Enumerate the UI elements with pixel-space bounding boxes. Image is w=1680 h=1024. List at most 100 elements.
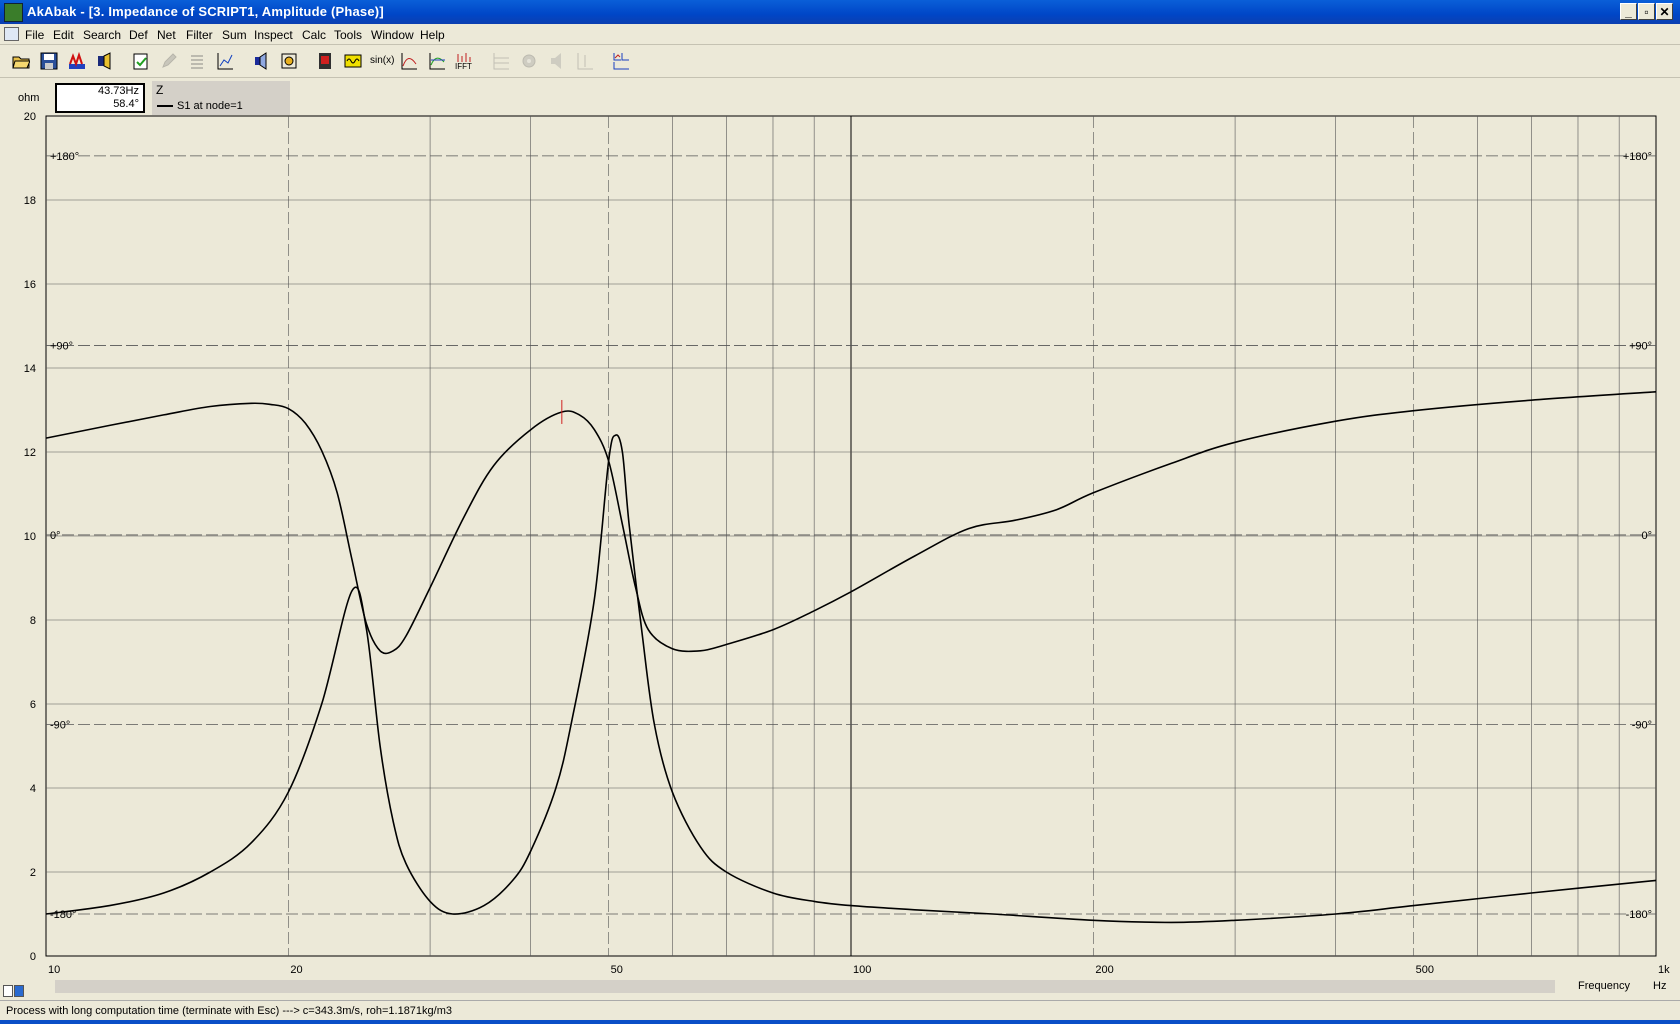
speaker-driver-icon <box>98 52 111 70</box>
legend-line-swatch <box>157 105 173 107</box>
clipboard-check-icon <box>133 53 148 70</box>
menu-file[interactable]: File <box>25 28 44 42</box>
menu-tools[interactable]: Tools <box>334 28 362 42</box>
stop-button[interactable] <box>312 48 336 72</box>
menu-window[interactable]: Window <box>371 28 414 42</box>
legend-series-label: S1 at node=1 <box>177 100 243 112</box>
menu-net[interactable]: Net <box>157 28 176 42</box>
gear-disabled-icon <box>522 54 536 68</box>
grid-disabled-icon <box>493 53 509 70</box>
cursor-value: 58.4° <box>113 98 139 110</box>
x-tick-label: 20 <box>290 964 302 976</box>
peak-graph-button[interactable] <box>396 48 420 72</box>
gear-button[interactable] <box>516 48 540 72</box>
sine-button[interactable]: sin(x) <box>368 48 395 72</box>
waveform-button[interactable] <box>340 48 364 72</box>
x-tick-label: 10 <box>48 964 60 976</box>
y-tick-label: 2 <box>30 867 36 879</box>
window-titlebar[interactable]: AkAbak - [3. Impedance of SCRIPT1, Ampli… <box>0 0 1680 24</box>
close-button[interactable]: ✕ <box>1656 3 1673 20</box>
save-button[interactable] <box>36 48 60 72</box>
menu-inspect[interactable]: Inspect <box>254 28 293 42</box>
y-tick-label: 20 <box>24 111 36 123</box>
plot-disabled-button[interactable] <box>572 48 596 72</box>
chart-layout-icon <box>613 53 629 70</box>
open-button[interactable] <box>8 48 32 72</box>
menu-sum[interactable]: Sum <box>222 28 247 42</box>
legend-title: Z <box>156 83 164 97</box>
taskbar-edge <box>0 1020 1680 1024</box>
window-title: AkAbak - [3. Impedance of SCRIPT1, Ampli… <box>27 4 384 19</box>
x-tick-label: 50 <box>611 964 623 976</box>
target-button[interactable] <box>276 48 300 72</box>
phase-tick-label-right: +180° <box>1623 151 1652 163</box>
phase-tick-label-left: +90° <box>50 340 73 352</box>
document-icon[interactable] <box>4 27 19 41</box>
stop-icon <box>319 53 331 69</box>
axis-scale-button[interactable] <box>212 48 236 72</box>
network-icon <box>69 52 85 69</box>
legend: Z S1 at node=1 <box>152 81 290 115</box>
horizontal-scrollbar[interactable] <box>55 980 1555 993</box>
window-corner-icon[interactable] <box>14 985 24 997</box>
peak-graph-icon <box>401 53 417 70</box>
y-tick-label: 8 <box>30 615 36 627</box>
network-button[interactable] <box>64 48 88 72</box>
phase-tick-label-left: 0° <box>50 530 61 542</box>
grid-button[interactable] <box>488 48 512 72</box>
speaker-disabled-icon <box>551 53 561 69</box>
dual-graph-button[interactable] <box>424 48 448 72</box>
save-disk-icon <box>40 52 58 70</box>
cursor-readout: 43.73Hz 58.4° <box>55 83 145 113</box>
x-tick-label: 500 <box>1416 964 1434 976</box>
y-axis-unit: ohm <box>18 92 40 104</box>
x-tick-label: 100 <box>853 964 871 976</box>
dual-graph-icon <box>429 53 445 70</box>
page-corner-icon[interactable] <box>3 985 13 997</box>
cursor-frequency: 43.73Hz <box>98 85 139 97</box>
menu-filter[interactable]: Filter <box>186 28 213 42</box>
clipboard-button[interactable] <box>128 48 152 72</box>
x-tick-label: 200 <box>1095 964 1113 976</box>
x-axis-caption: Frequency <box>1578 980 1630 992</box>
sine-icon: sin(x) <box>370 55 395 66</box>
plot-area[interactable]: 20 18 16 14 12 10 8 6 4 2 0 +180° +180° +90° +90° 0° 0°… <box>0 78 1680 1000</box>
status-text: Process with long computation time (term… <box>6 1005 452 1017</box>
phase-tick-label-right: -180° <box>1626 909 1652 921</box>
y-tick-label: 0 <box>30 951 36 963</box>
speaker-left-button[interactable] <box>248 48 272 72</box>
y-tick-label: 14 <box>24 363 36 375</box>
y-tick-label: 16 <box>24 279 36 291</box>
menu-search[interactable]: Search <box>83 28 121 42</box>
app-logo-icon <box>4 3 23 22</box>
phase-tick-label-left: -90° <box>50 719 70 731</box>
phase-tick-label-right: -90° <box>1632 719 1652 731</box>
menu-def[interactable]: Def <box>129 28 148 42</box>
menu-calc[interactable]: Calc <box>302 28 326 42</box>
edit-button[interactable] <box>156 48 180 72</box>
waveform-icon <box>344 54 362 68</box>
speaker-disabled-button[interactable] <box>544 48 568 72</box>
phase-tick-label-left: +180° <box>50 151 79 163</box>
y-tick-label: 10 <box>24 531 36 543</box>
y-tick-label: 6 <box>30 699 36 711</box>
restore-button[interactable]: ▫ <box>1638 3 1655 20</box>
y-tick-label: 12 <box>24 447 36 459</box>
menu-edit[interactable]: Edit <box>53 28 74 42</box>
ifft-button[interactable]: IFFT <box>452 48 476 72</box>
y-tick-label: 18 <box>24 195 36 207</box>
toolbar: sin(x) IFFT <box>0 45 1680 78</box>
list-icon <box>191 55 203 69</box>
impedance-chart[interactable]: 20181614121086420 +180° +180°+90° +90°0° 0°… <box>0 78 1680 1000</box>
status-bar: Process with long computation time (term… <box>0 1000 1680 1021</box>
pen-icon <box>162 53 177 68</box>
y-tick-label: 4 <box>30 783 36 795</box>
x-tick-label: 1k <box>1658 964 1670 976</box>
list-button[interactable] <box>184 48 208 72</box>
chart-layout-button[interactable] <box>608 48 632 72</box>
ifft-label: IFFT <box>455 62 472 71</box>
x-axis-unit: Hz <box>1653 980 1667 992</box>
menu-help[interactable]: Help <box>420 28 445 42</box>
minimize-button[interactable]: _ <box>1620 3 1637 20</box>
driver-button[interactable] <box>92 48 116 72</box>
